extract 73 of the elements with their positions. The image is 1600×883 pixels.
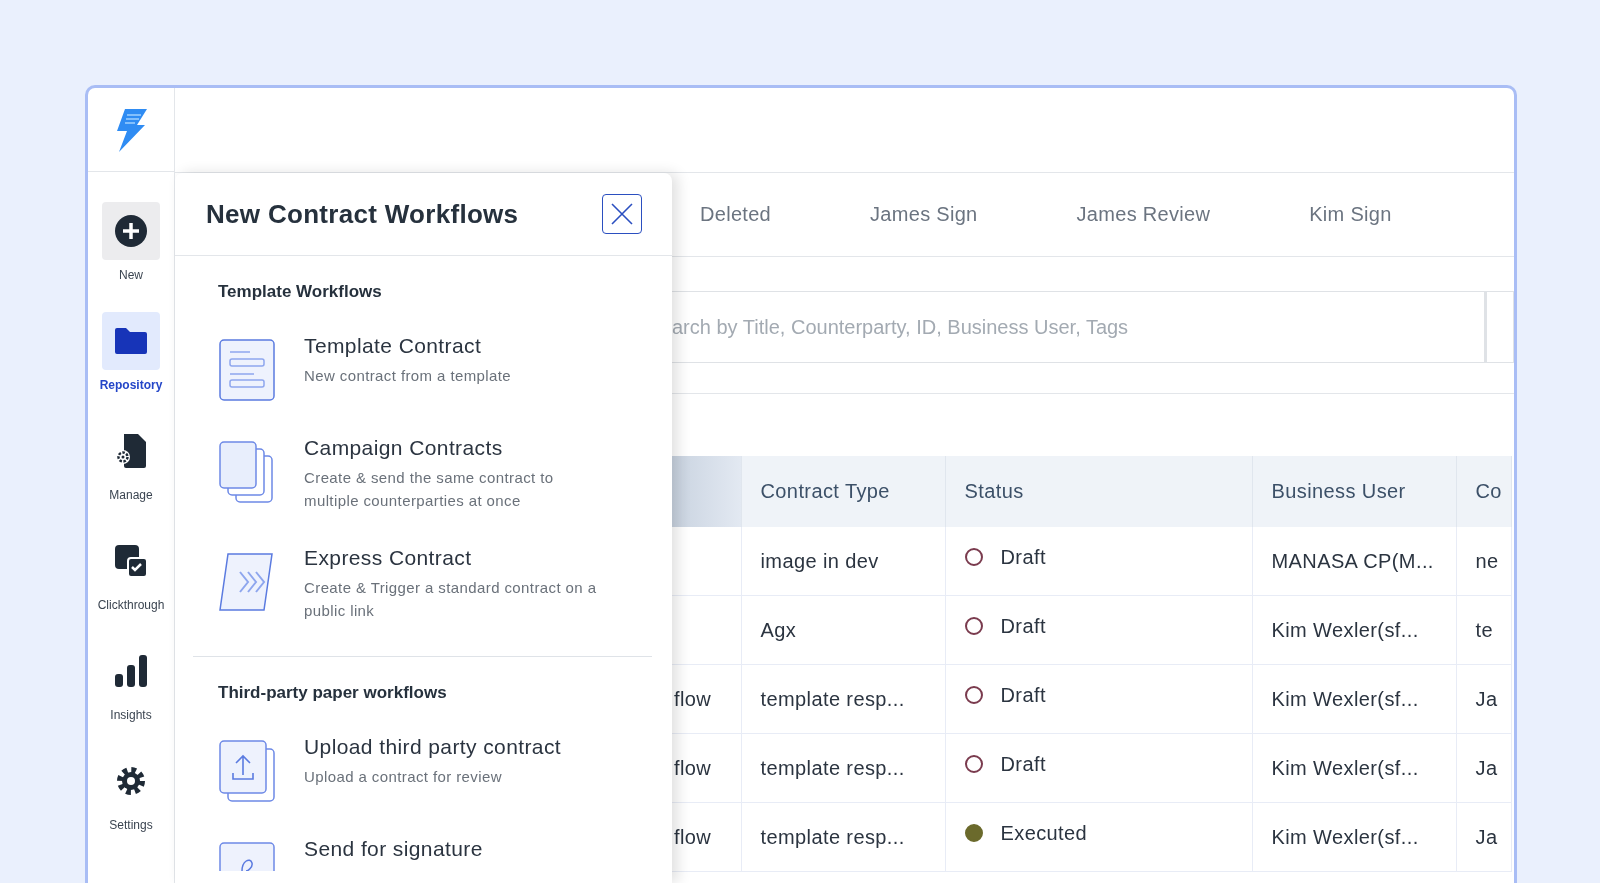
tab[interactable]: Kim Sign <box>1297 203 1436 226</box>
column-header: Status <box>945 456 1252 527</box>
status-label: Executed <box>1000 821 1088 845</box>
workflow-option[interactable]: Express Contract Create & Trigger a standard contract on a public link <box>218 546 652 656</box>
table-cell: template resp... <box>741 733 945 803</box>
nav-label: New <box>119 268 143 282</box>
table-cell: template resp... <box>741 664 945 734</box>
table-cell <box>672 595 741 665</box>
workflow-description: Upload a contract for review <box>304 767 503 787</box>
status-label: Draft <box>1000 614 1046 638</box>
workflow-title: Campaign Contracts <box>304 436 504 460</box>
workflow-title: Upload third party contract <box>304 735 563 759</box>
column-header: Contract Type <box>741 456 945 527</box>
table-cell: flow <box>672 733 741 803</box>
table-cell: flow <box>672 664 741 734</box>
workflow-title: Send for signature <box>304 837 483 861</box>
tab[interactable]: James Sign <box>858 203 1022 226</box>
table-cell: Kim Wexler(sf... <box>1252 802 1456 872</box>
nav-label: Manage <box>109 488 153 502</box>
section-title: Third-party paper workflows <box>218 683 448 703</box>
nav-label: Settings <box>109 818 153 832</box>
plus-circle-icon <box>114 214 148 248</box>
fast-forward-card-icon <box>218 550 276 614</box>
close-icon <box>611 203 633 225</box>
table-cell <box>672 527 741 596</box>
nav-label: Repository <box>99 378 163 392</box>
panel-title: New Contract Workflows <box>206 198 519 230</box>
tab[interactable]: James Review <box>1064 203 1255 226</box>
signature-document-icon <box>218 841 276 871</box>
search-field[interactable]: arch by Title, Counterparty, ID, Business User, Tags <box>672 291 1485 363</box>
bar-chart-icon <box>114 654 148 688</box>
table-cell: template resp... <box>741 802 945 872</box>
document-gear-icon <box>114 433 148 469</box>
column-header: Business User <box>1252 456 1456 527</box>
table-cell: Ja <box>1456 664 1512 734</box>
status-label: Draft <box>1000 752 1046 776</box>
table-cell: MANASA CP(M... <box>1252 527 1456 596</box>
table-cell: ne <box>1456 527 1512 596</box>
workflow-description: New contract from a template <box>304 366 513 386</box>
table-cell: Ja <box>1456 733 1512 803</box>
table-cell: flow <box>672 802 741 872</box>
status-label: Draft <box>1000 683 1046 707</box>
workflow-description: Create & send the same contract to multiple counterparties at once <box>304 468 555 511</box>
folder-icon <box>114 327 148 355</box>
workflow-option[interactable]: Campaign Contracts Create & send the same contract to multiple counterparties at once <box>218 436 652 546</box>
card-check-icon <box>114 544 148 578</box>
workflow-description: Create & Trigger a standard contract on a public link <box>304 578 598 621</box>
nav-label: Clickthrough <box>97 598 165 612</box>
workflow-title: Template Contract <box>304 334 483 358</box>
table-cell: Ja <box>1456 802 1512 872</box>
table-cell: Kim Wexler(sf... <box>1252 733 1456 803</box>
table-cell: Kim Wexler(sf... <box>1252 664 1456 734</box>
document-icon <box>218 338 276 402</box>
tab[interactable]: Deleted <box>688 203 816 226</box>
table-cell: Kim Wexler(sf... <box>1252 595 1456 665</box>
nav-item-button[interactable] <box>102 202 160 260</box>
table-cell: image in dev <box>741 527 945 596</box>
table-cell: te <box>1456 595 1512 665</box>
section-title: Template Workflows <box>218 282 383 302</box>
workflow-option[interactable]: Upload third party contract Upload a contract for review <box>218 735 652 837</box>
column-header <box>672 456 741 527</box>
upload-document-icon <box>218 739 276 803</box>
stacked-documents-icon <box>218 440 276 504</box>
workflow-title: Express Contract <box>304 546 473 570</box>
settings-icon <box>115 765 147 797</box>
nav-label: Insights <box>110 708 152 722</box>
column-header: Co <box>1456 456 1512 527</box>
status-label: Draft <box>1000 545 1046 569</box>
workflow-option[interactable]: Send for signature <box>218 837 652 883</box>
nav-item-button[interactable] <box>102 312 160 370</box>
workflow-option[interactable]: Template Contract New contract from a template <box>218 334 652 436</box>
table-cell: Agx <box>741 595 945 665</box>
close-button[interactable] <box>602 194 642 234</box>
